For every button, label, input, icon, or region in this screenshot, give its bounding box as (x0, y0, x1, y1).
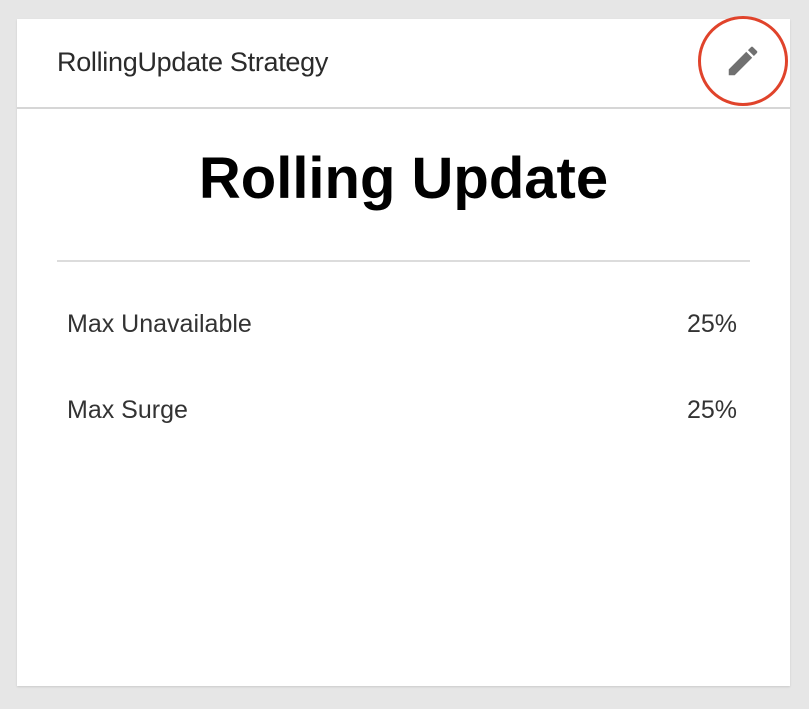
card-header: RollingUpdate Strategy (17, 16, 790, 109)
detail-row-max-unavailable: Max Unavailable 25% (67, 310, 737, 344)
detail-label: Max Unavailable (67, 310, 252, 338)
detail-value: 25% (686, 396, 737, 424)
detail-label: Max Surge (67, 396, 188, 424)
detail-value: 25% (686, 310, 737, 338)
card-title: RollingUpdate Strategy (57, 47, 329, 77)
divider (57, 260, 750, 262)
strategy-heading: Rolling Update (198, 150, 609, 211)
strategy-card: RollingUpdate Strategy Rolling Update Ma… (17, 16, 790, 686)
pencil-icon (728, 46, 758, 76)
detail-row-max-surge: Max Surge 25% (67, 396, 737, 430)
edit-button[interactable] (698, 16, 788, 106)
